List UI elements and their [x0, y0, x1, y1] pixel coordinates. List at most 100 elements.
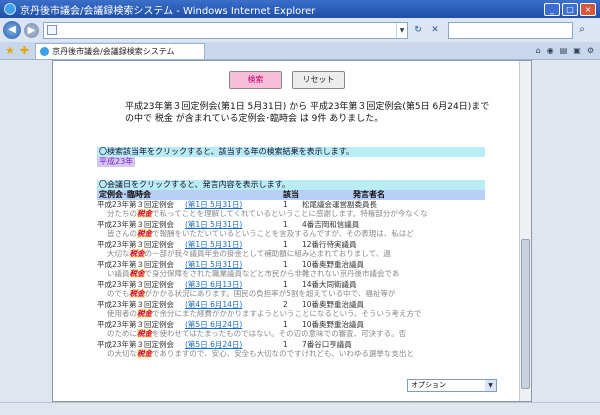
day-instruction: 〇会議日をクリックすると、発言内容を表示します。 — [97, 180, 485, 190]
year-link[interactable]: 平成23年 — [97, 157, 136, 167]
result-row-meta: 平成23年第３回定例会 (第1日 5月31日) 1 10番奥野重治議員 — [97, 260, 485, 269]
result-speaker: 10番奥野重治議員 — [302, 260, 365, 269]
result-day-link[interactable]: (第1日 5月31日) — [185, 220, 242, 229]
snippet-keyword: 税金 — [137, 309, 152, 318]
result-count: 1 — [283, 240, 288, 249]
result-snippet: の大切な税金でありますので、安心、安全も大切なのですけれども、いわゆる選挙な支出… — [97, 349, 485, 358]
add-favorites-icon[interactable]: ✚ — [20, 44, 29, 57]
snippet-keyword: 税金 — [137, 209, 152, 218]
result-snippet: のために税金を使わせてはたまったものではない。その辺の意味での審査、可決する。否 — [97, 329, 485, 338]
result-count: 1 — [283, 280, 288, 289]
window-title: 京丹後市議会/会議録検索システム - Windows Internet Expl… — [20, 5, 316, 17]
close-button[interactable]: × — [580, 2, 596, 16]
result-row-meta: 平成23年第３回定例会 (第1日 5月31日) 1 4番吉岡和信議員 — [97, 220, 485, 229]
result-day-link[interactable]: (第1日 5月31日) — [185, 260, 242, 269]
header-speaker: 発言者名 — [353, 190, 385, 199]
year-instruction: 〇検索該当年をクリックすると、該当する年の検索結果を表示します。 — [97, 147, 485, 157]
result-speaker: 14番大同衛議員 — [302, 280, 357, 289]
minimize-button[interactable]: _ — [544, 2, 560, 16]
search-button[interactable]: 検索 — [229, 71, 282, 89]
feeds-icon[interactable]: ◉ — [547, 46, 554, 55]
command-bar: ⌂ ◉ ▤ ▣ ⚙ — [536, 46, 594, 55]
chevron-down-icon[interactable]: ▼ — [485, 380, 496, 391]
home-icon[interactable]: ⌂ — [536, 46, 541, 55]
result-speaker: 12番行待実議員 — [302, 240, 357, 249]
web-search-input[interactable] — [448, 21, 573, 39]
tab-bar: ★ ✚ 京丹後市議会/会議録検索システム ⌂ ◉ ▤ ▣ ⚙ — [0, 42, 600, 60]
result-row-meta: 平成23年第３回定例会 (第3日 6月13日) 1 14番大同衛議員 — [97, 280, 485, 289]
snippet-pre: 大切な — [107, 249, 130, 258]
snippet-keyword: 税金 — [137, 349, 152, 358]
result-session: 平成23年第３回定例会 — [97, 300, 175, 309]
result-row: 平成23年第３回定例会 (第5日 6月24日) 1 7番谷口亨議員 の大切な税金でありま… — [97, 340, 485, 360]
result-speaker: 松尾議会運営副委員長 — [302, 200, 377, 209]
result-day-link[interactable]: (第4日 6月14日) — [185, 300, 242, 309]
results-header: 定例会･臨時会 該当 発言者名 — [97, 190, 485, 200]
result-day-link[interactable]: (第1日 5月31日) — [185, 200, 242, 209]
result-row: 平成23年第３回定例会 (第5日 6月24日) 1 10番奥野重治議員 のために税金を使… — [97, 320, 485, 340]
window-title-bar: 京丹後市議会/会議録検索システム - Windows Internet Expl… — [0, 0, 600, 18]
result-session: 平成23年第３回定例会 — [97, 200, 175, 209]
result-row: 平成23年第３回定例会 (第4日 6月14日) 2 10番奥野重治議員 使用者の税金で余… — [97, 300, 485, 320]
favorites-star-icon[interactable]: ★ — [5, 44, 15, 57]
address-dropdown-icon[interactable]: ▼ — [396, 22, 407, 38]
result-row-meta: 平成23年第３回定例会 (第4日 6月14日) 2 10番奥野重治議員 — [97, 300, 485, 309]
result-day-link[interactable]: (第1日 5月31日) — [185, 240, 242, 249]
result-snippet: 大切な税金の一部が我々議員年金の掛金として補助額に組み込まれておりまして、過 — [97, 249, 485, 258]
result-session: 平成23年第３回定例会 — [97, 320, 175, 329]
tab-page-icon — [40, 46, 50, 56]
reset-button[interactable]: リセット — [292, 71, 345, 89]
stop-icon[interactable]: ✕ — [428, 23, 442, 37]
address-field[interactable]: ▼ — [43, 21, 408, 39]
result-day-link[interactable]: (第3日 6月13日) — [185, 280, 242, 289]
snippet-post: がかかる状況にあります。国民の負担率が5割を超えている中で、福祉等が — [144, 289, 396, 298]
snippet-pre: のために — [107, 329, 137, 338]
address-toolbar: ◀ ▶ ▼ ↻ ✕ ⌕ — [0, 18, 600, 42]
snippet-post: で私ってことを理解してくれているということに感謝します。特権部分が今なくな — [152, 209, 428, 218]
result-day-link[interactable]: (第5日 6月24日) — [185, 320, 242, 329]
result-session: 平成23年第３回定例会 — [97, 220, 175, 229]
result-speaker: 4番吉岡和信議員 — [302, 220, 360, 229]
result-session: 平成23年第３回定例会 — [97, 280, 175, 289]
result-row: 平成23年第３回定例会 (第1日 5月31日) 1 松尾議会運営副委員長 分たちの税金で… — [97, 200, 485, 220]
snippet-post: の一部が我々議員年金の掛金として補助額に組み込まれておりまして、過 — [144, 249, 391, 258]
page-menu-icon[interactable]: ▣ — [573, 46, 581, 55]
result-count: 1 — [283, 220, 288, 229]
vertical-scrollbar[interactable] — [519, 61, 531, 401]
refresh-icon[interactable]: ↻ — [411, 23, 425, 37]
result-row: 平成23年第３回定例会 (第1日 5月31日) 1 10番奥野重治議員 い議員税金で身分… — [97, 260, 485, 280]
result-snippet: 皆さんの税金で報酬をいただいているということを言及するんですが、その表現は、私は… — [97, 229, 485, 238]
header-session: 定例会･臨時会 — [99, 190, 151, 199]
back-icon[interactable]: ◀ — [3, 21, 21, 39]
print-icon[interactable]: ▤ — [560, 46, 568, 55]
tools-gear-icon[interactable]: ⚙ — [587, 46, 594, 55]
option-select[interactable]: オプション ▼ — [407, 379, 497, 392]
result-snippet: 分たちの税金で私ってことを理解してくれているということに感謝します。特権部分が今… — [97, 209, 485, 218]
result-count: 1 — [283, 200, 288, 209]
action-buttons: 検索 リセット — [229, 71, 345, 89]
snippet-pre: 皆さんの — [107, 229, 137, 238]
snippet-pre: 使用者の — [107, 309, 137, 318]
snippet-pre: い議員 — [107, 269, 130, 278]
snippet-pre: の大切な — [107, 349, 137, 358]
result-snippet: 使用者の税金で余分にまた経費がかかりますようということになるという。そういう考え… — [97, 309, 485, 318]
window-controls: _ □ × — [544, 2, 596, 16]
snippet-post: で報酬をいただいているということを言及するんですが、その表現は、私はど — [152, 229, 414, 238]
snippet-keyword: 税金 — [129, 289, 145, 298]
maximize-button[interactable]: □ — [562, 2, 578, 16]
tab-label: 京丹後市議会/会議録検索システム — [52, 46, 175, 56]
result-row: 平成23年第３回定例会 (第1日 5月31日) 1 4番吉岡和信議員 皆さんの税金で報酬… — [97, 220, 485, 240]
snippet-post: でありますので、安心、安全も大切なのですけれども、いわゆる選挙な支出と — [152, 349, 414, 358]
forward-icon[interactable]: ▶ — [24, 22, 39, 38]
result-row-meta: 平成23年第３回定例会 (第1日 5月31日) 1 松尾議会運営副委員長 — [97, 200, 485, 209]
result-session: 平成23年第３回定例会 — [97, 340, 175, 349]
result-count: 1 — [283, 340, 288, 349]
snippet-post: で身分保障をされた職業議員などと市民から非難されない京丹後市議会であ — [144, 269, 400, 278]
search-go-icon[interactable]: ⌕ — [575, 23, 589, 37]
result-count: 1 — [283, 320, 288, 329]
result-day-link[interactable]: (第5日 6月24日) — [185, 340, 242, 349]
tab-active[interactable]: 京丹後市議会/会議録検索システム — [35, 42, 206, 59]
result-row-meta: 平成23年第３回定例会 (第5日 6月24日) 1 7番谷口亨議員 — [97, 340, 485, 349]
results-list: 平成23年第３回定例会 (第1日 5月31日) 1 松尾議会運営副委員長 分たちの税金で… — [97, 200, 485, 360]
scrollbar-thumb[interactable] — [521, 239, 530, 389]
